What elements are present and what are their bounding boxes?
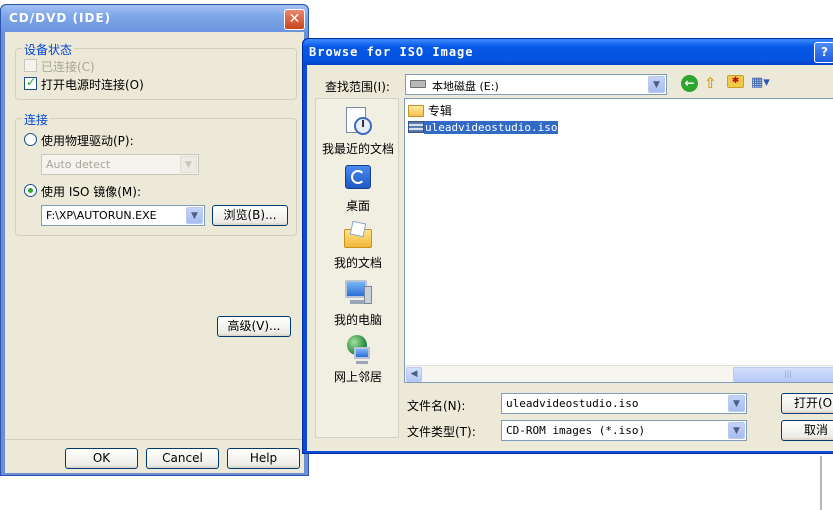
filetype-select[interactable]: CD-ROM images (*.iso) ▼ (501, 420, 747, 441)
filename-label: 文件名(N): (407, 399, 466, 413)
connection-title: 连接 (22, 111, 51, 128)
background-window-edge (820, 456, 822, 510)
place-network[interactable]: 网上邻居 (316, 333, 400, 385)
device-status-title: 设备状态 (22, 41, 75, 58)
chevron-down-icon: ▼ (728, 422, 745, 439)
scroll-thumb[interactable]: ||| (733, 367, 833, 382)
question-icon: ? (821, 45, 828, 59)
look-in-label: 查找范围(I): (325, 80, 390, 94)
connected-checkbox[interactable] (24, 59, 37, 72)
physical-drive-label: 使用物理驱动(P): (41, 134, 134, 148)
cancel-button[interactable]: 取消 (781, 420, 833, 441)
open-button[interactable]: 打开(O) (781, 393, 833, 414)
chevron-down-icon: ▼ (648, 76, 665, 93)
place-recent[interactable]: 我最近的文档 (316, 105, 400, 157)
physical-drive-select[interactable]: Auto detect ▼ (41, 154, 199, 175)
iso-path-combo[interactable]: F:\XP\AUTORUN.EXE ▼ (41, 205, 205, 226)
cddvd-settings-dialog: CD/DVD (IDE) ✕ 设备状态 已连接(C) 打开电源时连接(O) 连接… (0, 4, 309, 476)
places-bar: 我最近的文档 桌面 我的文档 我的电脑 网上邻居 (315, 98, 399, 438)
iso-image-radio[interactable] (24, 184, 37, 197)
filetype-label: 文件类型(T): (407, 425, 476, 439)
back-icon[interactable]: ← (681, 75, 698, 92)
up-folder-icon[interactable]: ⇧ (704, 74, 717, 92)
help-button[interactable]: Help (227, 448, 300, 469)
view-menu-icon[interactable]: ▦▾ (751, 75, 770, 90)
connect-at-power-on-label: 打开电源时连接(O) (41, 78, 144, 92)
look-in-value: 本地磁盘 (E:) (432, 80, 499, 93)
close-icon: ✕ (288, 11, 301, 27)
new-folder-icon[interactable]: ✱ (727, 75, 744, 88)
device-status-group: 设备状态 已连接(C) 打开电源时连接(O) (15, 41, 297, 100)
filename-input[interactable]: uleadvideostudio.iso ▼ (501, 393, 747, 414)
connected-label: 已连接(C) (41, 60, 95, 74)
place-label: 我的电脑 (333, 313, 382, 327)
folder-icon (408, 105, 424, 117)
close-button[interactable]: ✕ (284, 9, 305, 30)
dialog-title: CD/DVD (IDE) (9, 11, 112, 25)
cancel-button[interactable]: Cancel (146, 448, 219, 469)
look-in-select[interactable]: 本地磁盘 (E:) ▼ (405, 74, 667, 95)
file-list[interactable]: 专辑 uleadvideostudio.iso ◀ ||| (404, 98, 833, 383)
place-desktop[interactable]: 桌面 (316, 162, 400, 214)
connect-at-power-on-checkbox[interactable] (24, 75, 37, 90)
my-computer-icon (342, 276, 374, 308)
title-bar[interactable]: Browse for ISO Image (303, 39, 833, 65)
iso-file-icon (408, 121, 424, 133)
advanced-button[interactable]: 高级(V)... (217, 316, 291, 337)
horizontal-scrollbar[interactable]: ◀ ||| (405, 365, 833, 382)
place-my-documents[interactable]: 我的文档 (316, 219, 400, 271)
list-item-iso[interactable]: uleadvideostudio.iso (408, 120, 559, 136)
filetype-value: CD-ROM images (*.iso) (506, 424, 646, 437)
ok-button[interactable]: OK (65, 448, 138, 469)
chevron-down-icon: ▼ (180, 156, 197, 173)
chevron-down-icon: ▼ (186, 207, 203, 224)
iso-image-label: 使用 ISO 镜像(M): (41, 185, 141, 199)
place-label: 我最近的文档 (321, 142, 394, 156)
file-name-selected: uleadvideostudio.iso (424, 121, 559, 134)
place-label: 桌面 (345, 199, 370, 213)
physical-drive-value: Auto detect (46, 158, 111, 171)
chevron-down-icon: ▼ (728, 395, 745, 412)
place-my-computer[interactable]: 我的电脑 (316, 276, 400, 328)
browse-iso-dialog: Browse for ISO Image ? 查找范围(I): 本地磁盘 (E:… (302, 38, 833, 454)
desktop-icon (342, 162, 374, 194)
dialog-body: 设备状态 已连接(C) 打开电源时连接(O) 连接 使用物理驱动(P): Aut… (5, 32, 304, 473)
help-title-button[interactable]: ? (814, 42, 833, 63)
filename-value: uleadvideostudio.iso (506, 397, 639, 410)
my-documents-icon (342, 219, 374, 251)
file-name: 专辑 (427, 104, 452, 118)
scroll-left-icon[interactable]: ◀ (406, 367, 422, 382)
connection-group: 连接 使用物理驱动(P): Auto detect ▼ 使用 ISO 镜像(M)… (15, 111, 297, 236)
place-label: 我的文档 (333, 256, 382, 270)
place-label: 网上邻居 (333, 370, 382, 384)
recent-docs-icon (342, 105, 374, 137)
drive-icon (410, 80, 426, 88)
dialog-title: Browse for ISO Image (309, 45, 474, 59)
iso-path-value: F:\XP\AUTORUN.EXE (46, 209, 157, 222)
browse-button[interactable]: 浏览(B)... (212, 205, 288, 226)
title-bar[interactable]: CD/DVD (IDE) (1, 5, 308, 32)
network-places-icon (342, 333, 374, 365)
list-item-folder[interactable]: 专辑 (408, 102, 452, 118)
divider (5, 439, 304, 440)
dialog-body: 查找范围(I): 本地磁盘 (E:) ▼ ← ⇧ ✱ ▦▾ 我最近的文档 桌面 … (307, 65, 833, 451)
physical-drive-radio[interactable] (24, 133, 37, 146)
